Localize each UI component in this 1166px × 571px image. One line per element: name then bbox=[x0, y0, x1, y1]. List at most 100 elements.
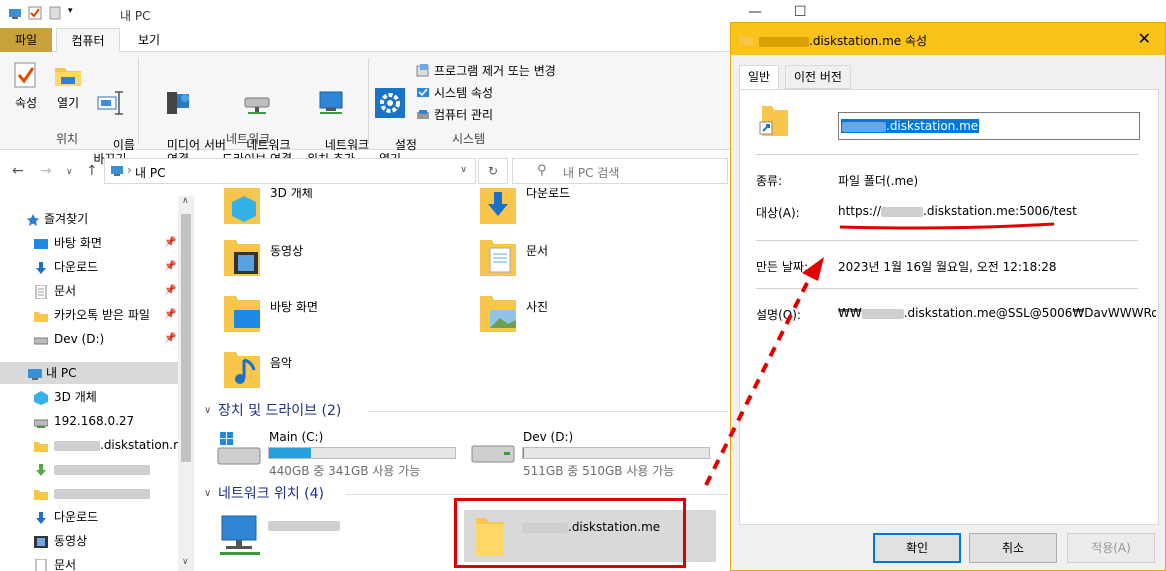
sidebar-item-desktop[interactable]: 바탕 화면 📌 bbox=[0, 232, 178, 254]
tab-previous-versions[interactable]: 이전 버전 bbox=[785, 65, 851, 89]
sidebar-item-favorites[interactable]: 즐겨찾기 bbox=[0, 208, 178, 230]
network-item-computer[interactable] bbox=[216, 514, 446, 562]
sidebar-item-diskstation[interactable]: .diskstation.me bbox=[0, 434, 192, 456]
tab-computer[interactable]: 컴퓨터 bbox=[56, 28, 120, 52]
search-box[interactable]: ⚲ 내 PC 검색 bbox=[512, 158, 728, 184]
section-header-devices[interactable]: ∨ 장치 및 드라이브 (2) bbox=[196, 400, 730, 422]
divider bbox=[756, 240, 1138, 241]
qat-dropdown-icon[interactable]: ▾ bbox=[68, 6, 78, 20]
target-label: 대상(A): bbox=[756, 206, 800, 220]
sidebar-scrollbar[interactable]: ∧ ∨ bbox=[178, 196, 194, 571]
network-drive-icon bbox=[33, 414, 49, 428]
network-location-icon bbox=[316, 88, 346, 118]
sidebar-item-documents-2[interactable]: 문서 bbox=[0, 554, 178, 571]
drive-main-c[interactable]: Main (C:) 440GB 중 341GB 사용 가능 bbox=[216, 428, 466, 478]
dialog-close-icon[interactable]: ✕ bbox=[1138, 29, 1151, 48]
document-folder-icon bbox=[478, 236, 518, 281]
download-arrow-icon bbox=[34, 510, 48, 524]
drive-usage-bar bbox=[268, 447, 456, 459]
refresh-button[interactable]: ↻ bbox=[478, 158, 508, 184]
drive-dev-d[interactable]: Dev (D:) 511GB 중 510GB 사용 가능 bbox=[470, 428, 720, 478]
pin-icon[interactable]: 📌 bbox=[164, 304, 176, 326]
maximize-button[interactable]: ☐ bbox=[794, 4, 807, 20]
red-underline-annotation bbox=[839, 222, 1055, 230]
drive-icon bbox=[33, 332, 49, 346]
drive-icon bbox=[470, 432, 516, 471]
section-divider bbox=[346, 494, 728, 495]
sidebar-item-dev-drive[interactable]: Dev (D:) 📌 bbox=[0, 328, 178, 350]
search-icon: ⚲ bbox=[537, 163, 547, 178]
back-arrow-icon[interactable]: ← bbox=[12, 163, 24, 179]
document-icon bbox=[34, 558, 48, 571]
computer-management-button[interactable]: 컴퓨터 관리 bbox=[416, 106, 493, 123]
redacted-text bbox=[54, 488, 150, 499]
highlight-box bbox=[454, 498, 686, 568]
pin-icon[interactable]: 📌 bbox=[164, 280, 176, 302]
tab-file[interactable]: 파일 bbox=[0, 28, 52, 52]
pin-icon[interactable]: 📌 bbox=[164, 256, 176, 278]
cancel-button[interactable]: 취소 bbox=[969, 533, 1057, 563]
address-text: 내 PC bbox=[135, 166, 166, 180]
forward-arrow-icon[interactable]: → bbox=[40, 163, 52, 179]
pc-icon bbox=[111, 165, 125, 180]
sidebar-item-kakaotalk[interactable]: 카카오톡 받은 파일 📌 bbox=[0, 304, 178, 326]
open-button[interactable]: 열기 bbox=[50, 60, 86, 110]
scrollbar-thumb[interactable] bbox=[181, 214, 191, 462]
desktop-icon bbox=[34, 236, 48, 250]
created-value: 2023년 1월 16일 월요일, 오전 12:18:28 bbox=[838, 260, 1057, 274]
sidebar-item-documents[interactable]: 문서 📌 bbox=[0, 280, 178, 302]
ribbon-separator bbox=[138, 58, 139, 144]
scroll-down-icon[interactable]: ∨ bbox=[182, 557, 189, 567]
pc-icon bbox=[28, 366, 42, 380]
sidebar-item-downloads[interactable]: 다운로드 📌 bbox=[0, 256, 178, 278]
address-dropdown-icon[interactable]: ∨ bbox=[460, 165, 467, 175]
properties-button[interactable]: 속성 bbox=[8, 60, 44, 110]
sidebar-item-192-168-0-27[interactable]: 192.168.0.27 bbox=[0, 410, 178, 432]
description-value: ₩₩ .diskstation.me@SSL@5006₩DavWWWRoot₩ bbox=[838, 306, 1156, 320]
pin-icon[interactable]: 📌 bbox=[164, 328, 176, 350]
address-bar[interactable]: › 내 PC ∨ bbox=[104, 158, 476, 184]
tab-view[interactable]: 보기 bbox=[128, 28, 170, 52]
network-folder-shortcut-icon bbox=[758, 104, 790, 141]
target-value[interactable]: https://.diskstation.me:5006/test bbox=[838, 204, 1077, 218]
star-icon bbox=[26, 212, 40, 226]
sidebar-item-3d-objects[interactable]: 3D 개체 bbox=[0, 386, 178, 408]
redacted-text bbox=[759, 36, 809, 47]
film-icon bbox=[34, 534, 48, 548]
navigation-pane: 즐겨찾기 바탕 화면 📌 다운로드 📌 문서 📌 카카오톡 받은 파일 📌 De… bbox=[0, 196, 194, 571]
recent-dropdown-icon[interactable]: ∨ bbox=[66, 167, 73, 177]
redacted-text bbox=[54, 440, 100, 451]
file-explorer-window: ▾ 내 PC 파일 컴퓨터 보기 속성 열기 이름 바꾸기 위치 미디어 서버 … bbox=[0, 0, 822, 571]
up-arrow-icon[interactable]: ↑ bbox=[86, 163, 98, 179]
redacted-text bbox=[268, 520, 340, 531]
redacted-text bbox=[881, 206, 924, 217]
uninstall-program-button[interactable]: 프로그램 제거 또는 변경 bbox=[416, 62, 556, 79]
cube-folder-icon bbox=[222, 188, 262, 229]
new-folder-icon[interactable] bbox=[48, 6, 62, 20]
ok-button[interactable]: 확인 bbox=[873, 533, 961, 563]
pin-icon[interactable]: 📌 bbox=[164, 232, 176, 254]
sidebar-item-redacted[interactable] bbox=[0, 482, 178, 504]
sidebar-item-videos[interactable]: 동영상 bbox=[0, 530, 178, 552]
redacted-text bbox=[842, 121, 886, 132]
system-properties-button[interactable]: 시스템 속성 bbox=[416, 84, 493, 101]
sidebar-item-downloads-2[interactable]: 다운로드 bbox=[0, 506, 178, 528]
cube-icon bbox=[34, 390, 48, 405]
properties-check-icon[interactable] bbox=[28, 6, 42, 20]
scroll-up-icon[interactable]: ∧ bbox=[182, 196, 189, 206]
ribbon-tabs: 파일 컴퓨터 보기 bbox=[0, 28, 822, 52]
minimize-button[interactable]: — bbox=[748, 4, 762, 20]
desktop-folder-icon bbox=[222, 292, 262, 337]
tab-general[interactable]: 일반 bbox=[739, 65, 780, 90]
download-arrow-icon bbox=[34, 260, 48, 274]
uninstall-icon bbox=[416, 63, 430, 78]
section-divider bbox=[368, 411, 728, 412]
sidebar-item-this-pc[interactable]: 내 PC bbox=[0, 362, 178, 384]
chevron-down-icon: ∨ bbox=[204, 405, 212, 416]
group-label-network: 네트워크 bbox=[226, 132, 271, 146]
apply-button[interactable]: 적용(A) bbox=[1067, 533, 1155, 563]
sidebar-item-redacted[interactable] bbox=[0, 458, 178, 480]
folder-name-input[interactable]: .diskstation.me bbox=[838, 112, 1140, 140]
system-properties-icon bbox=[416, 86, 430, 100]
network-drive-icon bbox=[242, 88, 272, 118]
